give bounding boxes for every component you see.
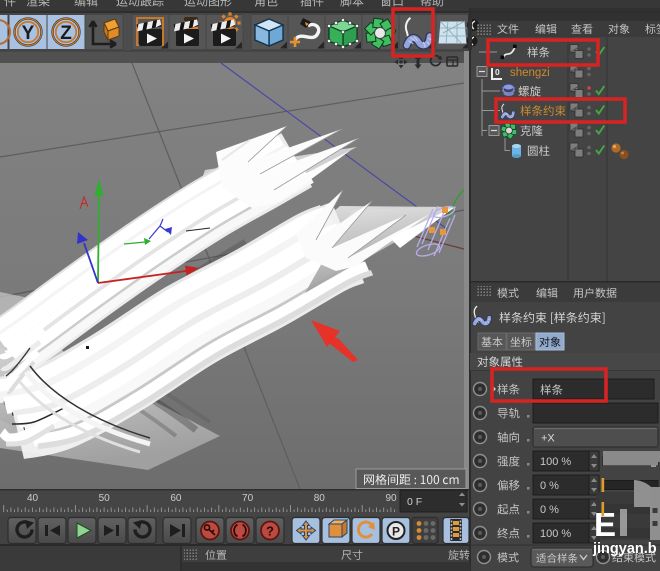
svg-text:40: 40 <box>27 493 39 504</box>
svg-text:P: P <box>392 525 400 539</box>
svg-text:0 F: 0 F <box>407 496 422 508</box>
svg-text:70: 70 <box>242 493 254 504</box>
svg-text:0 %: 0 % <box>540 480 559 492</box>
svg-text:0 %: 0 % <box>540 504 559 516</box>
svg-text:80: 80 <box>314 493 326 504</box>
svg-text:90: 90 <box>385 493 397 504</box>
svg-text:100 %: 100 % <box>540 456 571 468</box>
svg-text:100 %: 100 % <box>540 528 571 540</box>
svg-text:jingyan.b: jingyan.b <box>592 541 657 557</box>
svg-text:Y: Y <box>22 23 35 44</box>
svg-text:+X: +X <box>541 433 555 445</box>
svg-text:60: 60 <box>170 493 182 504</box>
svg-text:E: E <box>594 506 616 543</box>
svg-text:50: 50 <box>99 493 111 504</box>
svg-text:Z: Z <box>60 23 72 44</box>
svg-text:0: 0 <box>495 67 500 77</box>
svg-text:?: ? <box>266 524 274 539</box>
svg-text:shengzi: shengzi <box>510 67 550 79</box>
